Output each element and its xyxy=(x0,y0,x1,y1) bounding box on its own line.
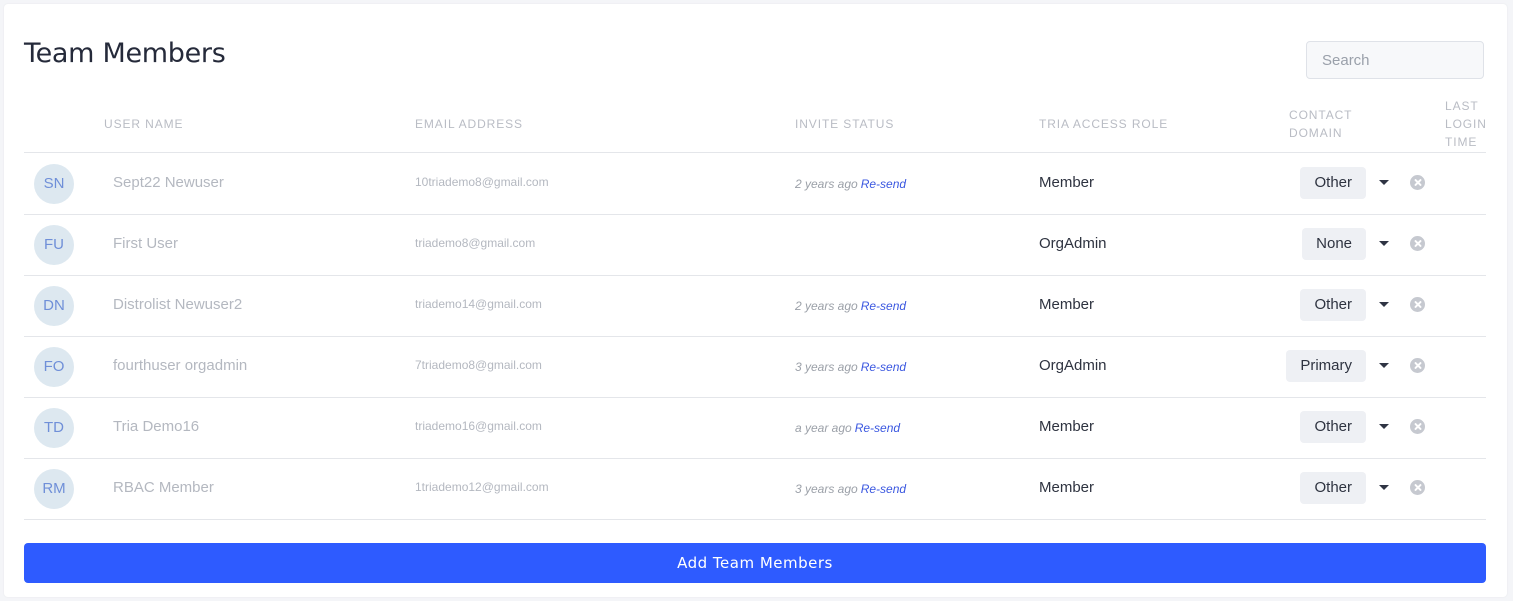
invite-status: a year ago Re-send xyxy=(795,421,900,435)
avatar: TD xyxy=(34,408,74,448)
remove-circle-icon[interactable] xyxy=(1410,480,1425,495)
add-team-members-button[interactable]: Add Team Members xyxy=(24,543,1486,583)
remove-circle-icon[interactable] xyxy=(1410,358,1425,373)
avatar: DN xyxy=(34,286,74,326)
column-header-role: TRIA ACCESS ROLE xyxy=(1039,117,1169,131)
table-row: DN Distrolist Newuser2 triademo14@gmail.… xyxy=(24,275,1486,337)
invite-status: 2 years ago Re-send xyxy=(795,177,906,191)
table-row: FU First User triademo8@gmail.com OrgAdm… xyxy=(24,214,1486,276)
contact-domain-select[interactable]: Other xyxy=(1300,472,1366,504)
user-name: fourthuser orgadmin xyxy=(113,357,248,374)
contact-domain-select[interactable]: Primary xyxy=(1286,350,1366,382)
user-name: Sept22 Newuser xyxy=(113,174,224,191)
contact-domain-select[interactable]: Other xyxy=(1300,289,1366,321)
remove-circle-icon[interactable] xyxy=(1410,236,1425,251)
column-header-contact-domain-line: CONTACT xyxy=(1289,108,1353,122)
access-role: OrgAdmin xyxy=(1039,235,1107,252)
invite-status: 2 years ago Re-send xyxy=(795,299,906,313)
caret-down-icon[interactable] xyxy=(1379,363,1389,368)
email-address: 7triademo8@gmail.com xyxy=(415,358,542,372)
avatar: FU xyxy=(34,225,74,265)
invite-time: 2 years ago xyxy=(795,177,858,191)
invite-status: 3 years ago Re-send xyxy=(795,360,906,374)
caret-down-icon[interactable] xyxy=(1379,302,1389,307)
invite-time: 3 years ago xyxy=(795,482,858,496)
user-name: RBAC Member xyxy=(113,479,214,496)
remove-circle-icon[interactable] xyxy=(1410,175,1425,190)
invite-time: 2 years ago xyxy=(795,299,858,313)
column-header-contact-domain: CONTACT DOMAIN xyxy=(1289,106,1352,142)
contact-domain-select[interactable]: Other xyxy=(1300,411,1366,443)
resend-link[interactable]: Re-send xyxy=(861,360,906,374)
resend-link[interactable]: Re-send xyxy=(861,177,906,191)
access-role: Member xyxy=(1039,418,1095,435)
column-header-last-login: LAST LOGIN TIME xyxy=(1445,97,1487,151)
remove-circle-icon[interactable] xyxy=(1410,297,1425,312)
user-name: First User xyxy=(113,235,178,252)
column-header-contact-domain-line: DOMAIN xyxy=(1289,126,1343,140)
avatar: SN xyxy=(34,164,74,204)
page-title: Team Members xyxy=(24,38,226,69)
resend-link[interactable]: Re-send xyxy=(861,482,906,496)
table-row: TD Tria Demo16 triademo16@gmail.com a ye… xyxy=(24,397,1486,459)
email-address: triademo14@gmail.com xyxy=(415,297,542,311)
remove-circle-icon[interactable] xyxy=(1410,419,1425,434)
invite-time: a year ago xyxy=(795,421,852,435)
table-row: SN Sept22 Newuser 10triademo8@gmail.com … xyxy=(24,153,1486,215)
table-row: RM RBAC Member 1triademo12@gmail.com 3 y… xyxy=(24,458,1486,520)
email-address: 1triademo12@gmail.com xyxy=(415,480,549,494)
caret-down-icon[interactable] xyxy=(1379,424,1389,429)
column-header-email: EMAIL ADDRESS xyxy=(415,117,523,131)
column-header-user-name: USER NAME xyxy=(104,117,184,131)
email-address: triademo16@gmail.com xyxy=(415,419,542,433)
access-role: Member xyxy=(1039,174,1095,191)
avatar: RM xyxy=(34,469,74,509)
search-input[interactable] xyxy=(1306,41,1484,79)
access-role: Member xyxy=(1039,479,1095,496)
caret-down-icon[interactable] xyxy=(1379,180,1389,185)
invite-status xyxy=(795,238,798,252)
resend-link[interactable]: Re-send xyxy=(855,421,900,435)
resend-link[interactable]: Re-send xyxy=(861,299,906,313)
caret-down-icon[interactable] xyxy=(1379,241,1389,246)
column-header-last-login-line: LAST xyxy=(1445,99,1479,113)
invite-status: 3 years ago Re-send xyxy=(795,482,906,496)
user-name: Tria Demo16 xyxy=(113,418,200,435)
column-header-last-login-line: TIME xyxy=(1445,135,1478,149)
access-role: Member xyxy=(1039,296,1095,313)
contact-domain-select[interactable]: Other xyxy=(1300,167,1366,199)
column-header-last-login-line: LOGIN xyxy=(1445,117,1487,131)
user-name: Distrolist Newuser2 xyxy=(113,296,243,313)
avatar: FO xyxy=(34,347,74,387)
invite-time: 3 years ago xyxy=(795,360,858,374)
contact-domain-select[interactable]: None xyxy=(1302,228,1366,260)
access-role: OrgAdmin xyxy=(1039,357,1107,374)
email-address: 10triademo8@gmail.com xyxy=(415,175,549,189)
email-address: triademo8@gmail.com xyxy=(415,236,536,250)
column-header-invite-status: INVITE STATUS xyxy=(795,117,895,131)
caret-down-icon[interactable] xyxy=(1379,485,1389,490)
table-row: FO fourthuser orgadmin 7triademo8@gmail.… xyxy=(24,336,1486,398)
